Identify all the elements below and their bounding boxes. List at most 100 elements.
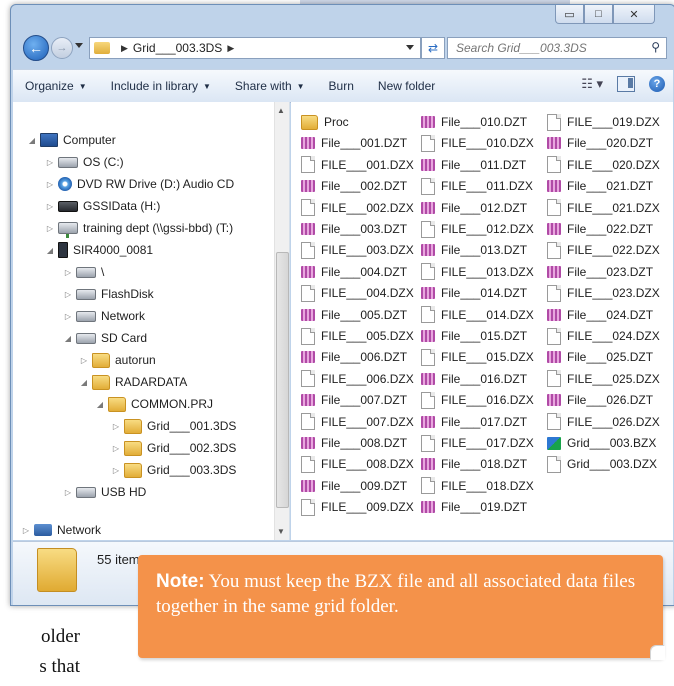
file-item[interactable]: File___009.DZT bbox=[301, 476, 407, 496]
file-item[interactable]: File___018.DZT bbox=[421, 454, 527, 474]
tree-item[interactable]: ▷ training dept (\\gssi-bbd) (T:) bbox=[45, 218, 233, 238]
file-item[interactable]: FILE___013.DZX bbox=[421, 262, 534, 282]
scrollbar-thumb[interactable] bbox=[276, 252, 289, 508]
file-item[interactable]: File___023.DZT bbox=[547, 262, 653, 282]
file-item[interactable]: FILE___005.DZX bbox=[301, 326, 414, 346]
share-with-button[interactable]: Share with ▼ bbox=[223, 79, 317, 93]
change-view-icon[interactable]: ☷ ▾ bbox=[581, 76, 603, 92]
file-item[interactable]: FILE___019.DZX bbox=[547, 112, 660, 132]
file-item[interactable]: File___010.DZT bbox=[421, 112, 527, 132]
file-item[interactable]: File___001.DZT bbox=[301, 133, 407, 153]
expanded-arrow-icon[interactable]: ◢ bbox=[27, 136, 37, 145]
collapsed-arrow-icon[interactable]: ▷ bbox=[45, 224, 55, 233]
collapsed-arrow-icon[interactable]: ▷ bbox=[63, 268, 73, 277]
collapsed-arrow-icon[interactable]: ▷ bbox=[111, 444, 121, 453]
expanded-arrow-icon[interactable]: ◢ bbox=[45, 246, 55, 255]
forward-button[interactable]: → bbox=[51, 37, 73, 59]
tree-item[interactable]: ◢ Computer bbox=[27, 130, 116, 150]
file-item[interactable]: FILE___004.DZX bbox=[301, 283, 414, 303]
file-item[interactable]: File___013.DZT bbox=[421, 240, 527, 260]
maximize-button[interactable]: □ bbox=[584, 5, 613, 24]
file-item[interactable]: File___006.DZT bbox=[301, 347, 407, 367]
file-item[interactable]: File___012.DZT bbox=[421, 198, 527, 218]
file-item[interactable]: FILE___017.DZX bbox=[421, 433, 534, 453]
tree-item[interactable]: ▷ Grid___002.3DS bbox=[111, 438, 236, 458]
collapsed-arrow-icon[interactable]: ▷ bbox=[21, 526, 31, 535]
file-item[interactable]: File___015.DZT bbox=[421, 326, 527, 346]
include-in-library-button[interactable]: Include in library ▼ bbox=[99, 79, 223, 93]
collapsed-arrow-icon[interactable]: ▷ bbox=[111, 422, 121, 431]
file-item[interactable]: FILE___026.DZX bbox=[547, 412, 660, 432]
tree-item[interactable]: ◢ RADARDATA bbox=[79, 372, 187, 392]
help-icon[interactable]: ? bbox=[649, 76, 665, 92]
tree-item[interactable]: ▷ Grid___003.3DS bbox=[111, 460, 236, 480]
file-item[interactable]: File___020.DZT bbox=[547, 133, 653, 153]
file-item[interactable]: File___025.DZT bbox=[547, 347, 653, 367]
address-bar[interactable]: ▶ Grid___003.3DS ▶ bbox=[89, 37, 421, 59]
file-item[interactable]: File___021.DZT bbox=[547, 176, 653, 196]
collapsed-arrow-icon[interactable]: ▷ bbox=[63, 312, 73, 321]
file-item[interactable]: FILE___002.DZX bbox=[301, 198, 414, 218]
file-item[interactable]: Grid___003.BZX bbox=[547, 433, 656, 453]
preview-pane-icon[interactable] bbox=[617, 76, 635, 92]
recent-pages-dropdown[interactable] bbox=[75, 43, 83, 48]
file-item[interactable]: FILE___018.DZX bbox=[421, 476, 534, 496]
refresh-button[interactable]: ⇄ bbox=[421, 37, 445, 59]
file-item[interactable]: FILE___022.DZX bbox=[547, 240, 660, 260]
file-item[interactable]: FILE___024.DZX bbox=[547, 326, 660, 346]
file-item[interactable]: Grid___003.DZX bbox=[547, 454, 657, 474]
expanded-arrow-icon[interactable]: ◢ bbox=[95, 400, 105, 409]
file-item[interactable]: FILE___023.DZX bbox=[547, 283, 660, 303]
minimize-button[interactable]: ▭ bbox=[555, 5, 584, 24]
search-input[interactable] bbox=[454, 40, 648, 56]
file-item[interactable]: FILE___003.DZX bbox=[301, 240, 414, 260]
file-item[interactable]: FILE___016.DZX bbox=[421, 390, 534, 410]
file-item[interactable]: File___003.DZT bbox=[301, 219, 407, 239]
collapsed-arrow-icon[interactable]: ▷ bbox=[111, 466, 121, 475]
file-item[interactable]: File___005.DZT bbox=[301, 305, 407, 325]
burn-button[interactable]: Burn bbox=[317, 79, 366, 93]
file-item[interactable]: File___014.DZT bbox=[421, 283, 527, 303]
file-item[interactable]: File___026.DZT bbox=[547, 390, 653, 410]
tree-item[interactable]: ▷ autorun bbox=[79, 350, 156, 370]
address-dropdown-icon[interactable] bbox=[406, 45, 414, 50]
file-item[interactable]: FILE___001.DZX bbox=[301, 155, 414, 175]
file-item[interactable]: FILE___010.DZX bbox=[421, 133, 534, 153]
file-item[interactable]: FILE___007.DZX bbox=[301, 412, 414, 432]
file-item[interactable]: FILE___006.DZX bbox=[301, 369, 414, 389]
search-icon[interactable]: ⚲ bbox=[651, 40, 660, 54]
file-item[interactable]: FILE___020.DZX bbox=[547, 155, 660, 175]
file-item[interactable]: FILE___012.DZX bbox=[421, 219, 534, 239]
tree-item[interactable]: ▷ Network bbox=[21, 520, 101, 540]
collapsed-arrow-icon[interactable]: ▷ bbox=[79, 356, 89, 365]
tree-item[interactable]: ◢ SIR4000_0081 bbox=[45, 240, 153, 260]
close-button[interactable]: ✕ bbox=[613, 5, 655, 24]
file-item[interactable]: Proc bbox=[301, 112, 349, 132]
file-item[interactable]: FILE___011.DZX bbox=[421, 176, 533, 196]
file-item[interactable]: File___019.DZT bbox=[421, 497, 527, 517]
file-item[interactable]: FILE___009.DZX bbox=[301, 497, 414, 517]
back-button[interactable]: ← bbox=[23, 35, 49, 61]
file-item[interactable]: File___024.DZT bbox=[547, 305, 653, 325]
file-item[interactable]: File___016.DZT bbox=[421, 369, 527, 389]
chevron-right-icon[interactable]: ▶ bbox=[227, 43, 234, 54]
collapsed-arrow-icon[interactable]: ▷ bbox=[45, 202, 55, 211]
collapsed-arrow-icon[interactable]: ▷ bbox=[63, 488, 73, 497]
tree-item[interactable]: ▷ DVD RW Drive (D:) Audio CD bbox=[45, 174, 234, 194]
tree-item[interactable]: ▷ USB HD bbox=[63, 482, 146, 502]
chevron-right-icon[interactable]: ▶ bbox=[121, 43, 128, 54]
file-item[interactable]: FILE___015.DZX bbox=[421, 347, 534, 367]
collapsed-arrow-icon[interactable]: ▷ bbox=[63, 290, 73, 299]
tree-item[interactable]: ▷ GSSIData (H:) bbox=[45, 196, 160, 216]
navigation-scrollbar[interactable]: ▲ ▼ bbox=[274, 102, 289, 540]
expanded-arrow-icon[interactable]: ◢ bbox=[79, 378, 89, 387]
tree-item[interactable]: ▷ Network bbox=[63, 306, 145, 326]
scroll-up-icon[interactable]: ▲ bbox=[277, 106, 285, 115]
scroll-down-icon[interactable]: ▼ bbox=[277, 527, 285, 536]
tree-item[interactable]: ▷ OS (C:) bbox=[45, 152, 124, 172]
tree-item[interactable]: ◢ SD Card bbox=[63, 328, 147, 348]
file-item[interactable]: FILE___021.DZX bbox=[547, 198, 660, 218]
file-item[interactable]: File___007.DZT bbox=[301, 390, 407, 410]
file-item[interactable]: FILE___014.DZX bbox=[421, 305, 534, 325]
search-box[interactable]: ⚲ bbox=[447, 37, 667, 59]
